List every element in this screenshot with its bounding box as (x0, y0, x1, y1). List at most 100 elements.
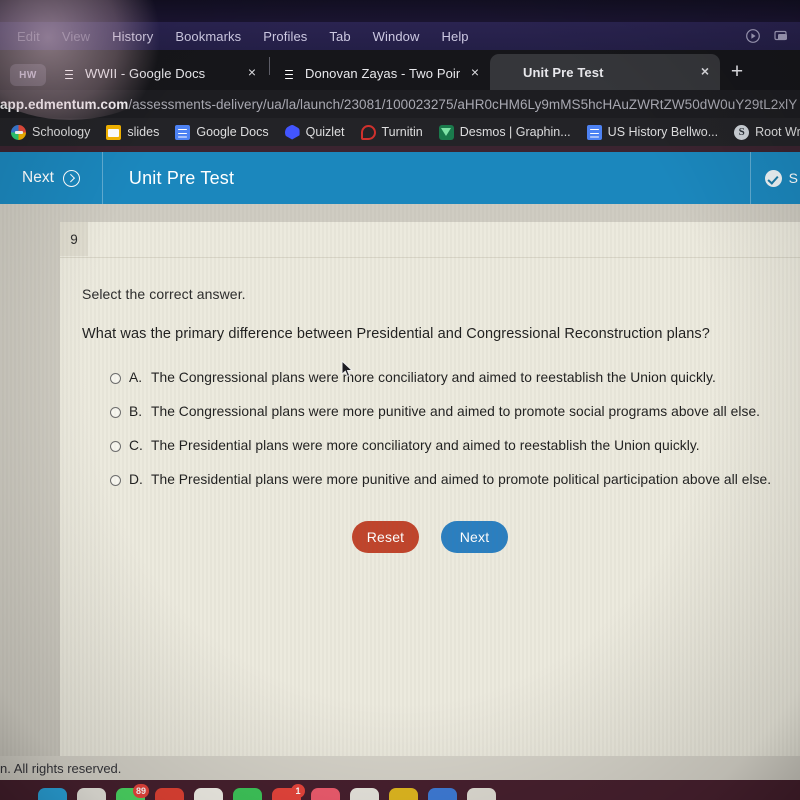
instruction-text: Select the correct answer. (82, 286, 246, 302)
radio-button-c[interactable] (110, 441, 121, 452)
dock-icon-row: 89 1 (0, 780, 800, 800)
header-status-label: S (788, 170, 798, 186)
browser-tab-donovan-zayas[interactable]: Donovan Zayas - Two Point Di × (272, 56, 490, 90)
tab-close-icon[interactable]: × (698, 64, 712, 79)
tab-close-icon[interactable]: × (468, 65, 482, 80)
bookmark-label: Root Wrds (755, 125, 800, 139)
question-number-row: 9 (60, 222, 800, 258)
answer-option-b[interactable]: B. The Congressional plans were more pun… (82, 404, 778, 419)
menu-item-help[interactable]: Help (431, 29, 480, 44)
copyright-footer: n. All rights reserved. (0, 756, 800, 780)
answer-option-d[interactable]: D. The Presidential plans were more puni… (82, 472, 778, 487)
browser-address-bar[interactable]: app.edmentum.com/assessments-delivery/ua… (0, 90, 800, 118)
next-button[interactable]: Next (441, 521, 508, 553)
option-letter: C. (129, 438, 143, 453)
browser-tab-unit-pre-test[interactable]: Unit Pre Test × (490, 54, 720, 90)
google-slides-icon (106, 124, 122, 140)
google-docs-icon (62, 66, 77, 81)
bookmark-quizlet[interactable]: Quizlet (278, 122, 352, 143)
bookmark-label: US History Bellwo... (607, 125, 719, 139)
page-title: Unit Pre Test (128, 167, 235, 188)
macos-menubar: Edit View History Bookmarks Profiles Tab… (0, 22, 800, 50)
browser-tab-wwii[interactable]: WWII - Google Docs × (52, 56, 267, 90)
dock-icon-1[interactable] (38, 788, 67, 800)
option-text: The Congressional plans were more concil… (151, 370, 716, 385)
bookmark-label: Google Docs (196, 125, 269, 139)
schoology-icon (11, 124, 26, 140)
quizlet-icon (284, 124, 300, 140)
bookmarks-bar: Schoology slides Google Docs Quizlet Tur… (0, 118, 800, 146)
option-text: The Presidential plans were more concili… (151, 438, 700, 453)
reset-button[interactable]: Reset (352, 521, 419, 553)
dock-icon-7[interactable]: 1 (272, 784, 305, 800)
tab-title: Donovan Zayas - Two Point Di (305, 65, 460, 81)
dock-icon-11[interactable] (428, 788, 457, 800)
desktop-top-edge (0, 0, 800, 22)
radio-button-b[interactable] (110, 407, 121, 418)
option-letter: B. (129, 404, 143, 419)
dock-icon-9[interactable] (350, 788, 379, 800)
question-number: 9 (60, 222, 88, 256)
dock-icon-8[interactable] (311, 788, 340, 800)
dock-icon-6[interactable] (233, 788, 262, 800)
header-next-label: Next (22, 169, 54, 186)
google-docs-icon (175, 124, 191, 140)
answer-option-c[interactable]: C. The Presidential plans were more conc… (82, 438, 778, 453)
header-next-button[interactable]: Next (0, 152, 103, 204)
bookmark-root-wrds[interactable]: S Root Wrds (727, 122, 800, 143)
option-text: The Presidential plans were more punitiv… (151, 472, 772, 487)
header-status-area[interactable]: S (749, 152, 800, 204)
tab-divider (269, 57, 270, 75)
menu-item-history[interactable]: History (101, 29, 164, 44)
menu-item-view[interactable]: View (51, 29, 101, 44)
desmos-icon (438, 124, 454, 140)
answer-options-list: A. The Congressional plans were more con… (82, 370, 778, 487)
dock-badge: 1 (291, 784, 305, 798)
url-path: /assessments-delivery/ua/la/launch/23081… (128, 96, 798, 112)
menu-item-edit[interactable]: Edit (6, 29, 51, 44)
new-tab-button[interactable]: + (720, 55, 754, 89)
dock-badge: 89 (132, 784, 149, 798)
url-text: app.edmentum.com/assessments-delivery/ua… (0, 97, 797, 112)
check-circle-icon (764, 169, 782, 187)
bookmark-slides[interactable]: slides (99, 122, 166, 143)
menu-item-profiles[interactable]: Profiles (252, 29, 318, 44)
assessment-header: Next Unit Pre Test S (0, 152, 800, 204)
bookmark-google-docs[interactable]: Google Docs (168, 122, 275, 143)
radio-button-d[interactable] (110, 475, 121, 486)
bookmark-label: Schoology (32, 125, 91, 139)
google-docs-icon (282, 66, 297, 81)
menu-item-window[interactable]: Window (362, 29, 431, 44)
dock-icon-3[interactable]: 89 (116, 784, 149, 800)
edmentum-icon (500, 65, 515, 80)
url-host: app.edmentum.com (0, 96, 129, 112)
screen-mirror-icon[interactable] (773, 28, 790, 44)
tab-close-icon[interactable]: × (245, 65, 259, 80)
bookmark-label: slides (127, 125, 160, 139)
question-text: What was the primary difference between … (82, 326, 710, 342)
radio-button-a[interactable] (110, 373, 121, 384)
screen-record-icon[interactable] (745, 28, 761, 44)
bookmark-us-history-bellwork[interactable]: US History Bellwo... (580, 122, 725, 143)
dock-icon-12[interactable] (467, 788, 496, 800)
menu-item-tab[interactable]: Tab (318, 29, 361, 44)
dock-icon-5[interactable] (194, 788, 223, 800)
dock-icon-4[interactable] (155, 788, 184, 800)
option-letter: D. (129, 472, 143, 487)
question-content: Select the correct answer. What was the … (60, 258, 800, 553)
bookmark-desmos[interactable]: Desmos | Graphin... (432, 122, 578, 143)
arrow-right-circle-icon (62, 169, 80, 187)
dock-icon-2[interactable] (77, 788, 106, 800)
bookmark-label: Turnitin (381, 125, 423, 139)
tab-group-label[interactable]: HW (10, 64, 46, 86)
menubar-status-area (745, 28, 800, 44)
google-docs-icon (586, 124, 602, 140)
answer-option-a[interactable]: A. The Congressional plans were more con… (82, 370, 778, 385)
tab-title: Unit Pre Test (523, 64, 604, 80)
question-card: 9 Select the correct answer. What was th… (60, 222, 800, 756)
bookmark-turnitin[interactable]: Turnitin (354, 122, 430, 143)
dock-icon-10[interactable] (389, 788, 418, 800)
menu-item-bookmarks[interactable]: Bookmarks (164, 29, 252, 44)
bookmark-label: Quizlet (305, 125, 345, 139)
bookmark-schoology[interactable]: Schoology (4, 122, 97, 143)
